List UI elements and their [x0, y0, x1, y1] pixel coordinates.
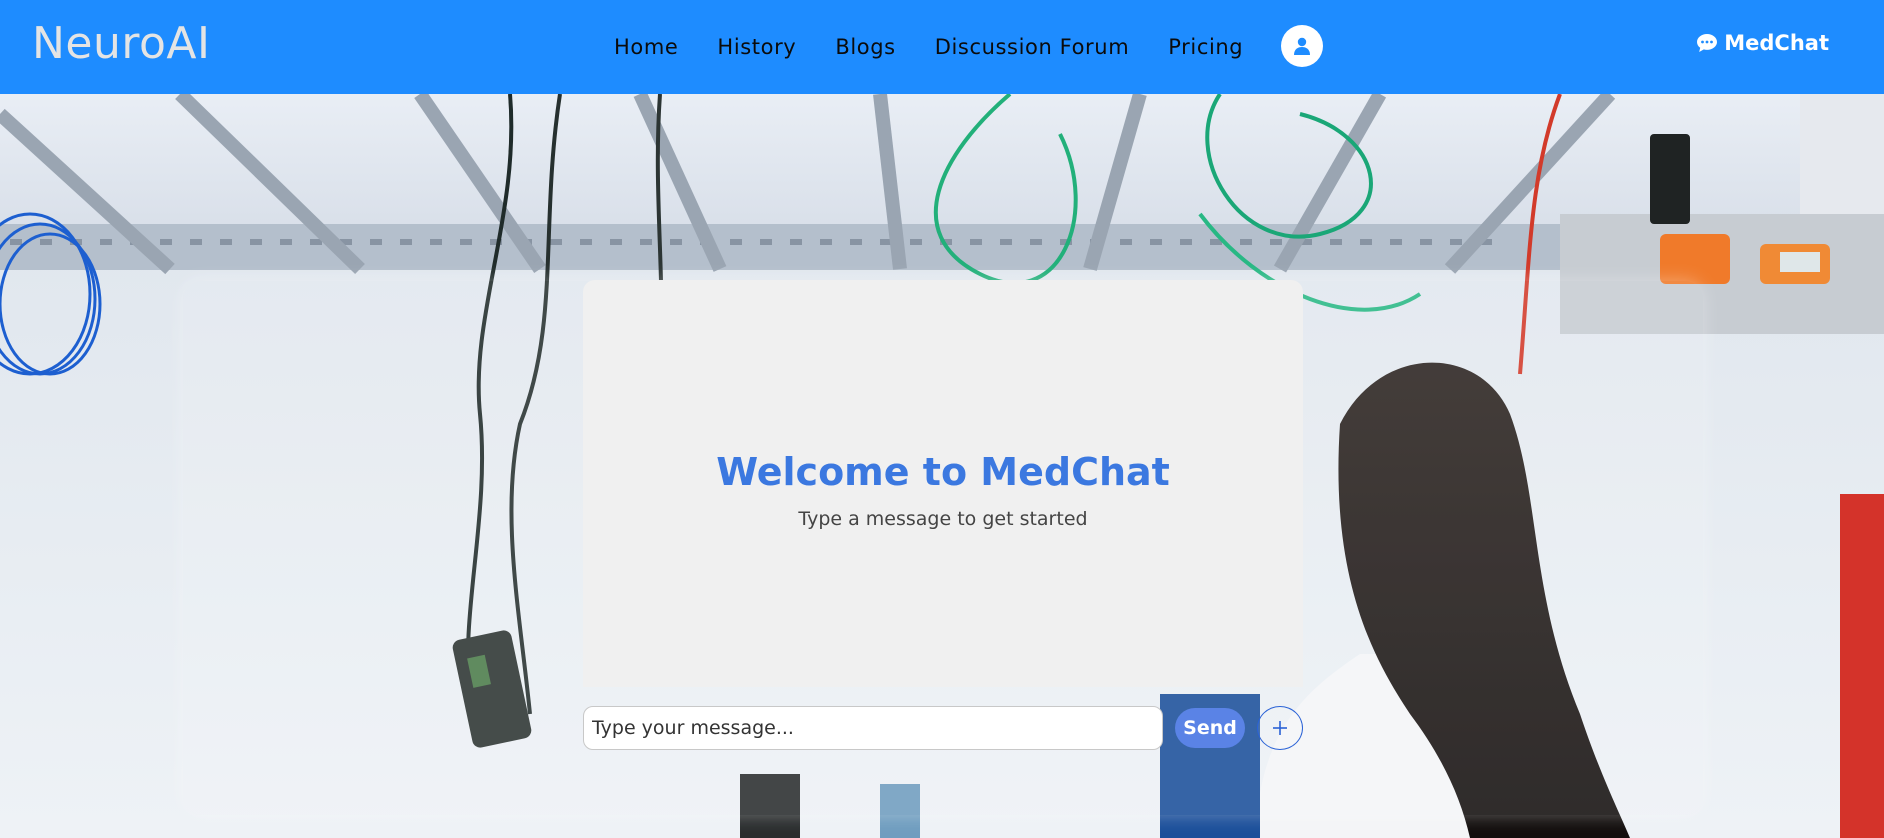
plus-icon [1273, 721, 1287, 735]
nav-link-history[interactable]: History [717, 35, 796, 59]
nav-link-pricing[interactable]: Pricing [1168, 35, 1243, 59]
user-icon [1294, 37, 1310, 55]
welcome-subtitle: Type a message to get started [798, 507, 1088, 530]
nav-link-home[interactable]: Home [614, 35, 678, 59]
nav-link-discussion-forum[interactable]: Discussion Forum [935, 35, 1130, 59]
chat-bubble-icon [1697, 34, 1718, 52]
message-input-bar: Send [583, 706, 1303, 750]
message-input[interactable] [583, 706, 1163, 750]
send-button[interactable]: Send [1175, 708, 1245, 748]
welcome-title: Welcome to MedChat [716, 449, 1170, 494]
nav-link-blogs[interactable]: Blogs [835, 35, 895, 59]
profile-avatar-button[interactable] [1281, 25, 1323, 67]
medchat-link[interactable]: MedChat [1696, 31, 1829, 55]
chat-window: Welcome to MedChat Type a message to get… [583, 280, 1303, 687]
medchat-label: MedChat [1724, 31, 1829, 55]
brand-logo[interactable]: NeuroAI [32, 18, 211, 69]
nav-links: Home History Blogs Discussion Forum Pric… [614, 0, 1243, 94]
navbar: NeuroAI Home History Blogs Discussion Fo… [0, 0, 1884, 94]
add-button[interactable] [1257, 706, 1303, 750]
